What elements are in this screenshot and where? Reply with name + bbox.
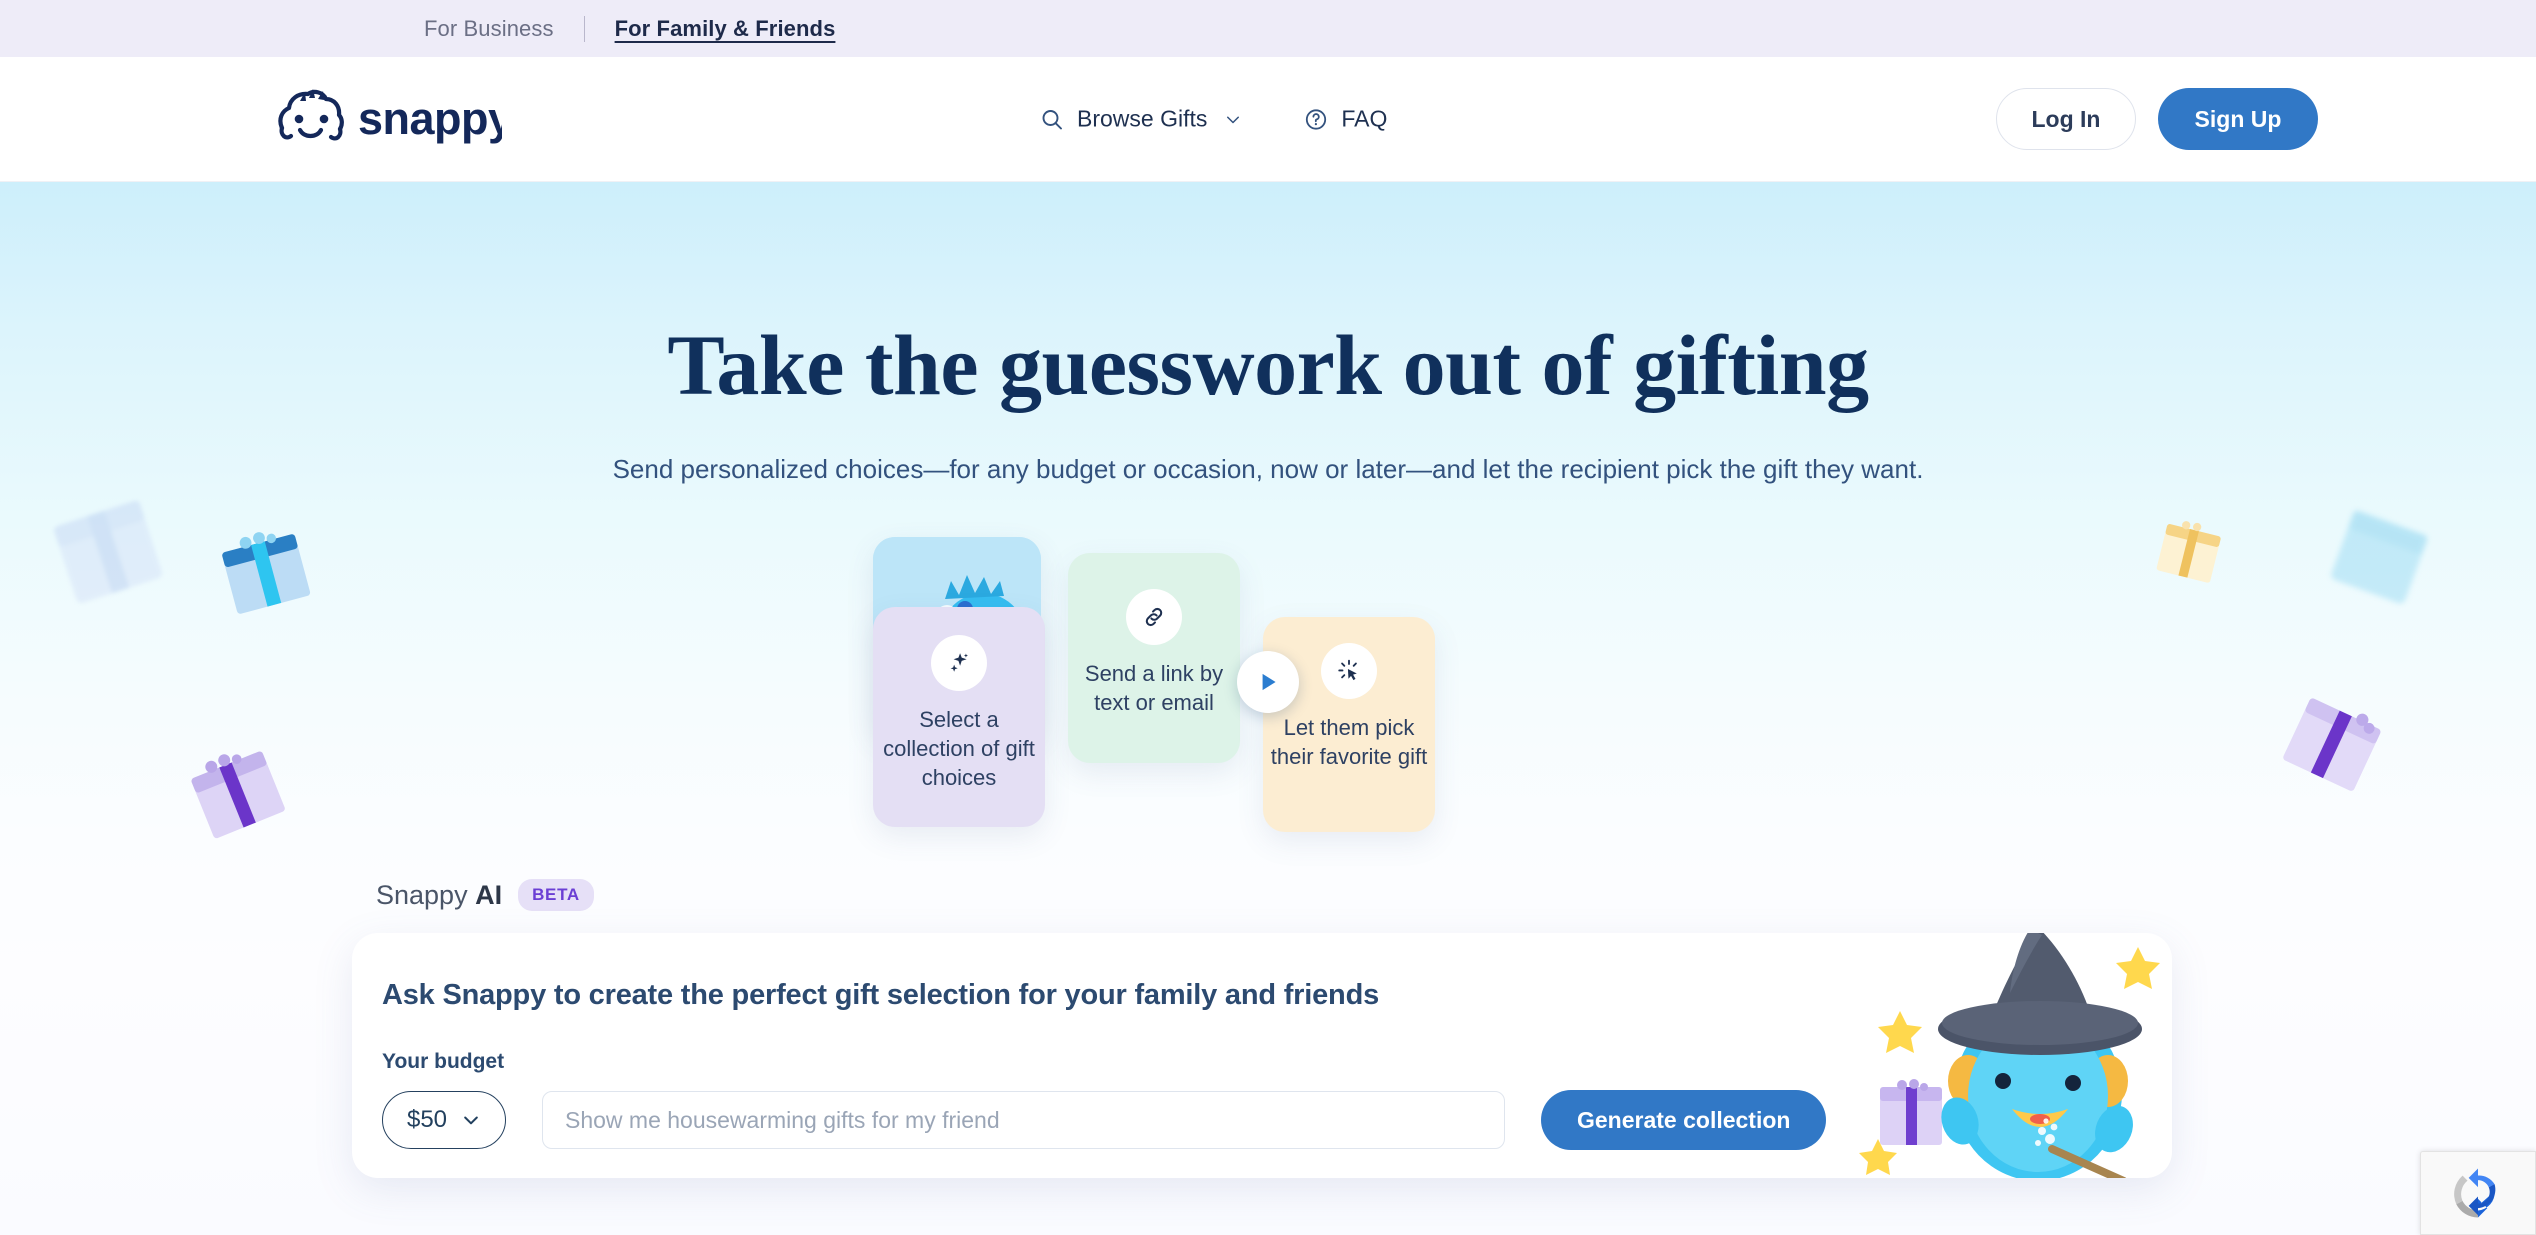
login-button[interactable]: Log In [1996,88,2136,150]
link-icon [1145,607,1163,627]
page-root: For Business For Family & Friends snappy… [0,0,2536,1235]
feature-card-text: Select a collection of gift choices [883,707,1035,791]
snappy-logo[interactable]: snappy [270,88,502,150]
hero-section: Take the guesswork out of gifting Send p… [0,182,2536,1235]
site-header: snappy Browse Gifts FAQ Log In Sign Up [0,57,2536,182]
feature-cards: Select a collection of gift choices Send… [873,537,1663,832]
primary-nav: Browse Gifts FAQ [1040,106,1387,133]
nav-item-browse-gifts[interactable]: Browse Gifts [1040,106,1242,133]
snappy-ai-section: Snappy AI BETA Ask Snappy to create the … [352,879,2184,1178]
snappy-ai-label-bold: AI [475,879,503,910]
chevron-down-icon [1227,116,1240,123]
header-actions: Log In Sign Up [1996,88,2318,150]
snappy-ai-label-plain: Snappy [376,879,476,910]
ai-card-heading: Ask Snappy to create the perfect gift se… [382,979,1380,1011]
feature-card-let-them-pick[interactable]: Let them pick their favorite gift [1263,617,1435,832]
generate-collection-button[interactable]: Generate collection [1541,1090,1827,1150]
snappy-logo-icon: snappy [278,89,502,144]
sparkles-icon-wrap [931,635,987,691]
hero-subtitle: Send personalized choices—for any budget… [612,454,1924,484]
cursor-click-icon [1338,659,1357,681]
link-icon-wrap [1126,589,1182,645]
hero-content: Take the guesswork out of gifting Send p… [0,317,2536,832]
signup-button[interactable]: Sign Up [2158,88,2318,150]
budget-label: Your budget [382,1050,505,1073]
recaptcha-badge[interactable] [2420,1151,2536,1235]
topbar-link-for-business[interactable]: For Business [424,16,554,42]
feature-card-select-collection[interactable]: Select a collection of gift choices [873,607,1045,827]
question-circle-icon [1306,108,1327,130]
nav-item-faq[interactable]: FAQ [1304,106,1387,133]
ai-input-row: $50 Generate collection [382,1090,2172,1150]
snappy-ai-label: Snappy AI [376,880,502,911]
feature-card-text: Let them pick their favorite gift [1270,715,1428,770]
budget-dropdown[interactable]: $50 [382,1091,506,1149]
nav-label-faq: FAQ [1341,105,1388,132]
beta-badge: BETA [518,879,594,911]
ai-prompt-input[interactable] [542,1091,1505,1149]
snappy-ai-heading-row: Snappy AI BETA [376,879,2184,911]
sparkles-icon [950,653,968,672]
cursor-click-icon-wrap [1321,643,1377,699]
search-icon [1042,109,1062,129]
budget-value: $50 [406,1106,448,1133]
feature-card-text: Send a link by text or email [1084,661,1224,716]
topbar-link-for-family-and-friends[interactable]: For Family & Friends [615,16,836,42]
utility-topbar: For Business For Family & Friends [0,0,2536,57]
nav-label-browse-gifts: Browse Gifts [1077,105,1208,132]
topbar-divider [583,15,585,42]
hero-title: Take the guesswork out of gifting [667,317,1869,413]
chevron-down-icon [464,1116,478,1125]
snappy-ai-card: Ask Snappy to create the perfect gift se… [352,933,2172,1178]
svg-text:snappy: snappy [358,93,502,144]
recaptcha-icon [2454,1168,2496,1218]
feature-card-send-link[interactable]: Send a link by text or email [1068,553,1240,763]
